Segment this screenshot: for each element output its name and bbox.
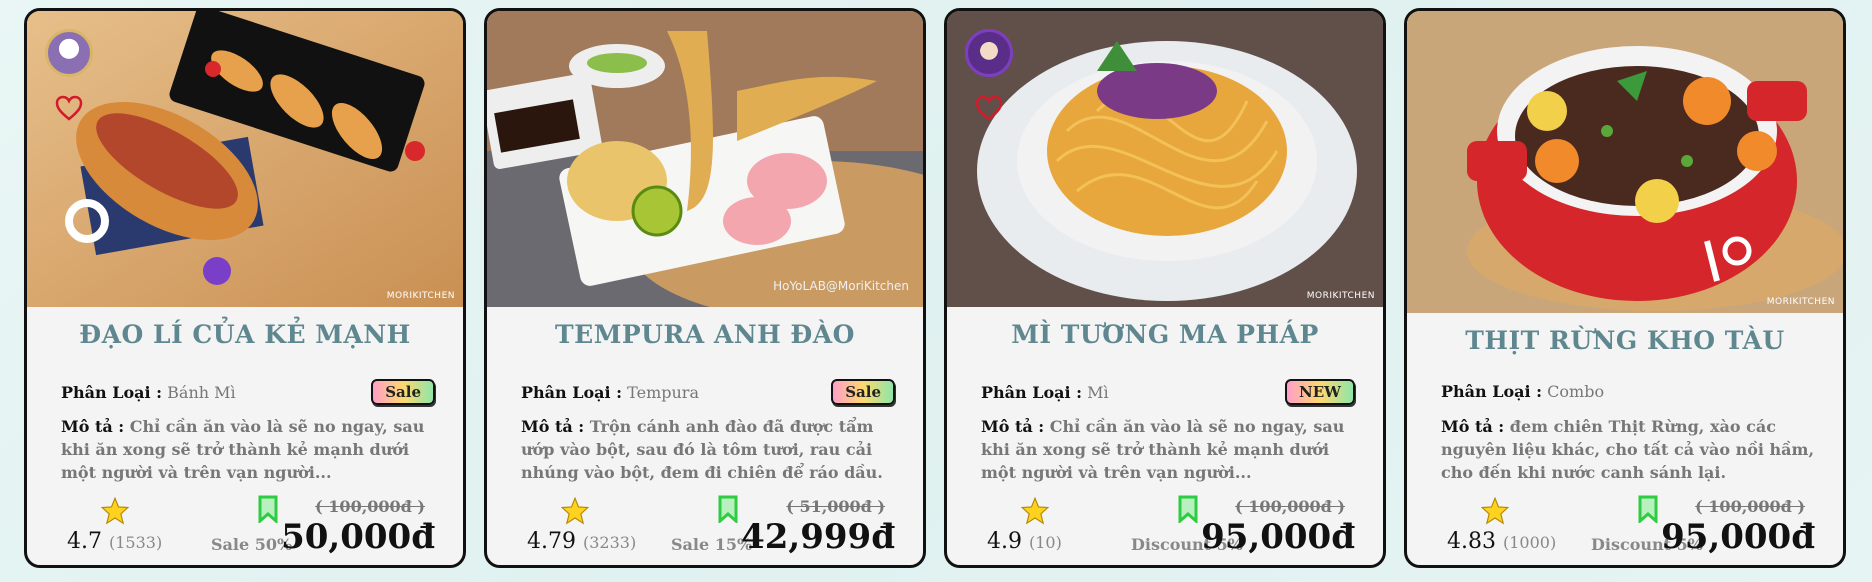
rating-value: 4.9 (987, 529, 1022, 554)
card-footer: 4.83 (1000) Discount 5% ( 100,000đ ) 95,… (1441, 487, 1815, 557)
rating-count: (10) (1029, 533, 1062, 552)
category-label: Phân Loại : (61, 382, 163, 402)
watermark: MORIKITCHEN (386, 291, 455, 301)
price: 42,999đ (741, 517, 895, 557)
product-card[interactable]: MORIKITCHEN ĐẠO LÍ CỦA KẺ MẠNH Phân Loại… (24, 8, 466, 568)
rating: 4.79 (3233) (527, 529, 636, 554)
card-footer: 4.7 (1533) Sale 50% ( 100,000đ ) 50,000đ (61, 487, 435, 557)
category-row: Phân Loại : Tempura Sale (521, 379, 895, 405)
rating-value: 4.7 (67, 529, 102, 554)
star-icon (561, 497, 589, 525)
product-card[interactable]: MORIKITCHEN MÌ TƯƠNG MA PHÁP Phân Loại :… (944, 8, 1386, 568)
category-label: Phân Loại : (981, 382, 1083, 402)
category-row: Phân Loại : Combo (1441, 382, 1815, 401)
card-footer: 4.79 (3233) Sale 15% ( 51,000đ ) 42,999đ (521, 487, 895, 557)
product-title: THỊT RỪNG KHO TÀU (1465, 326, 1785, 355)
price: 50,000đ (281, 517, 435, 557)
description-label: Mô tả : (61, 417, 125, 436)
food-photo: MORIKITCHEN (27, 11, 463, 307)
star-icon (1021, 497, 1049, 525)
status-badge: Sale (831, 379, 895, 405)
watermark: HoYoLAB@MoriKitchen (773, 279, 909, 293)
old-price: ( 100,000đ ) (1695, 497, 1805, 516)
star-icon (1481, 497, 1509, 525)
description: Mô tả : Chỉ cần ăn vào là sẽ no ngay, sa… (61, 415, 435, 484)
description-label: Mô tả : (521, 417, 585, 436)
old-price: ( 100,000đ ) (315, 497, 425, 516)
description: Mô tả : đem chiên Thịt Rừng, xào các ngu… (1441, 415, 1815, 484)
category-value: Combo (1547, 382, 1605, 401)
product-title: MÌ TƯƠNG MA PHÁP (1011, 320, 1319, 349)
price: 95,000đ (1201, 517, 1355, 557)
product-card[interactable]: MORIKITCHEN THỊT RỪNG KHO TÀU Phân Loại … (1404, 8, 1846, 568)
category-row: Phân Loại : Mì NEW (981, 379, 1355, 405)
avatar (45, 29, 93, 77)
avatar (965, 29, 1013, 77)
description-label: Mô tả : (1441, 417, 1505, 436)
description-label: Mô tả : (981, 417, 1045, 436)
description: Mô tả : Trộn cánh anh đào đã được tẩm ướ… (521, 415, 895, 484)
bookmark-icon[interactable] (1637, 495, 1659, 523)
status-badge: Sale (371, 379, 435, 405)
price: 95,000đ (1661, 517, 1815, 557)
watermark: MORIKITCHEN (1766, 297, 1835, 307)
category-value: Bánh Mì (167, 382, 236, 402)
category-label: Phân Loại : (1441, 382, 1543, 401)
product-title: ĐẠO LÍ CỦA KẺ MẠNH (79, 320, 411, 349)
food-photo: MORIKITCHEN (947, 11, 1383, 307)
category-value: Mì (1087, 382, 1109, 402)
status-badge: NEW (1285, 379, 1355, 405)
category-value: Tempura (627, 382, 699, 402)
bookmark-icon[interactable] (1177, 495, 1199, 523)
food-photo: MORIKITCHEN (1407, 11, 1843, 313)
card-footer: 4.9 (10) Discount 5% ( 100,000đ ) 95,000… (981, 487, 1355, 557)
old-price: ( 51,000đ ) (786, 497, 885, 516)
rating: 4.9 (10) (987, 529, 1062, 554)
product-grid: MORIKITCHEN ĐẠO LÍ CỦA KẺ MẠNH Phân Loại… (24, 8, 1846, 568)
rating: 4.83 (1000) (1447, 529, 1556, 554)
rating-count: (1000) (1502, 533, 1557, 552)
rating-value: 4.83 (1447, 529, 1496, 554)
star-icon (101, 497, 129, 525)
rating-count: (3233) (582, 533, 637, 552)
product-card[interactable]: HoYoLAB@MoriKitchen TEMPURA ANH ĐÀO Phân… (484, 8, 926, 568)
heart-icon[interactable] (975, 95, 1003, 121)
promo-label: Sale 15% (671, 535, 753, 554)
promo-label: Sale 50% (211, 535, 293, 554)
rating-value: 4.79 (527, 529, 576, 554)
rating-count: (1533) (109, 533, 163, 552)
rating: 4.7 (1533) (67, 529, 162, 554)
product-title: TEMPURA ANH ĐÀO (555, 320, 855, 349)
description: Mô tả : Chỉ cần ăn vào là sẽ no ngay, sa… (981, 415, 1355, 484)
old-price: ( 100,000đ ) (1235, 497, 1345, 516)
category-row: Phân Loại : Bánh Mì Sale (61, 379, 435, 405)
bookmark-icon[interactable] (257, 495, 279, 523)
heart-icon[interactable] (55, 95, 83, 121)
bookmark-icon[interactable] (717, 495, 739, 523)
category-label: Phân Loại : (521, 382, 623, 402)
watermark: MORIKITCHEN (1306, 291, 1375, 301)
food-photo: HoYoLAB@MoriKitchen (487, 11, 923, 307)
